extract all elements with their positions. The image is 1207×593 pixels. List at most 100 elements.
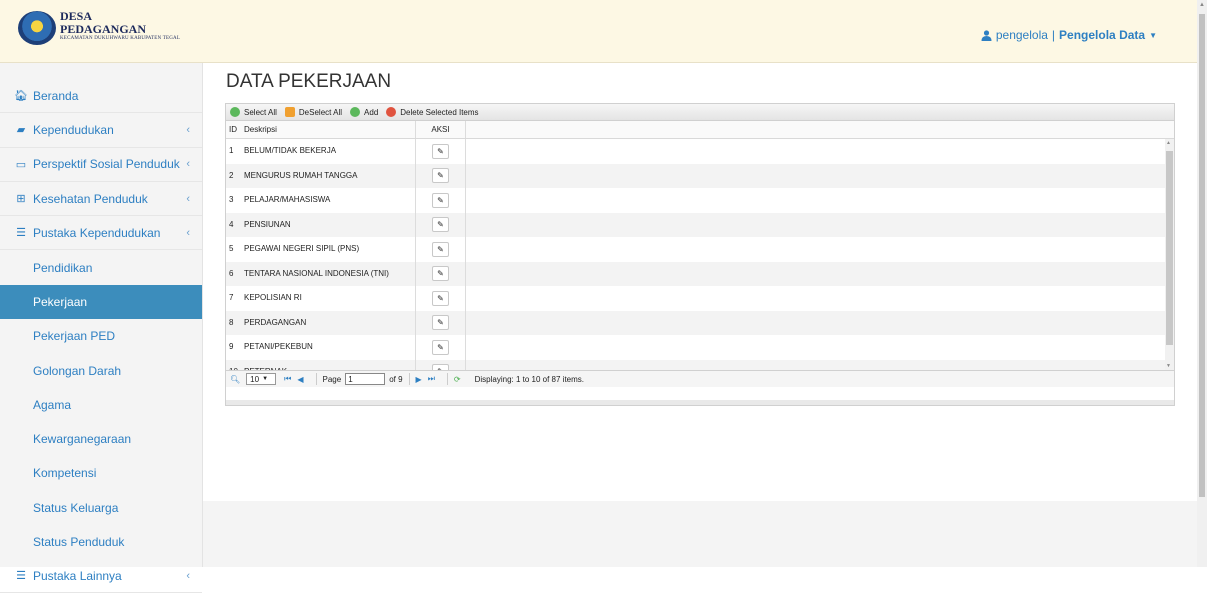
table-row[interactable]: 5 PEGAWAI NEGERI SIPIL (PNS) ✎: [226, 237, 1174, 262]
pager-display-text: Displaying: 1 to 10 of 87 items.: [474, 374, 584, 384]
sidebar-item-beranda[interactable]: 🏠︎ Beranda: [0, 79, 202, 114]
first-page-icon[interactable]: ⏮: [284, 374, 291, 384]
sidebar-item-label: Kesehatan Penduduk: [33, 191, 148, 206]
sidebar-item-pustaka-kependudukan[interactable]: ☰ Pustaka Kependudukan ‹: [0, 216, 202, 251]
page-scrollbar[interactable]: ▲: [1197, 0, 1207, 567]
column-header-deskripsi[interactable]: Deskripsi: [240, 121, 416, 138]
sidebar-subitem-agama[interactable]: Agama: [0, 388, 202, 422]
sidebar-subitem-pendidikan[interactable]: Pendidikan: [0, 250, 202, 284]
header-id-label: ID: [229, 125, 237, 134]
site-logo[interactable]: DESA PEDAGANGAN KECAMATAN DUKUHWARU KABU…: [18, 10, 180, 45]
grid-toolbar: Select All DeSelect All Add Delete Selec…: [226, 104, 1174, 121]
edit-button[interactable]: ✎: [432, 192, 449, 208]
user-menu-dropdown[interactable]: pengelola | Pengelola Data ▼: [981, 28, 1157, 42]
pencil-icon: ✎: [437, 146, 444, 156]
delete-selected-button[interactable]: Delete Selected Items: [386, 107, 479, 117]
sidebar-subitem-status-keluarga[interactable]: Status Keluarga: [0, 491, 202, 525]
user-separator: |: [1051, 28, 1056, 42]
data-grid: Select All DeSelect All Add Delete Selec…: [225, 103, 1175, 406]
pencil-icon: ✎: [437, 195, 444, 205]
sidebar-subitem-golongan-darah[interactable]: Golongan Darah: [0, 353, 202, 387]
table-row[interactable]: 6 TENTARA NASIONAL INDONESIA (TNI) ✎: [226, 261, 1174, 286]
table-row[interactable]: 9 PETANI/PEKEBUN ✎: [226, 335, 1174, 360]
sidebar-subitem-label: Pekerjaan: [33, 294, 88, 309]
edit-button[interactable]: ✎: [432, 143, 449, 159]
table-row[interactable]: 10PETERNAK ✎: [226, 359, 1174, 371]
sidebar-item-kependudukan[interactable]: ▰ Kependudukan ‹: [0, 113, 202, 148]
add-label: Add: [364, 107, 379, 117]
prev-page-icon[interactable]: ◀: [297, 375, 303, 384]
grid-scrollbar-thumb[interactable]: [1166, 151, 1173, 345]
page-label: Page: [322, 374, 342, 384]
page-scrollbar-thumb[interactable]: [1199, 14, 1205, 497]
cell-id: 10: [226, 360, 240, 371]
pencil-icon: ✎: [437, 367, 444, 370]
cell-id: 5: [229, 244, 234, 253]
table-row[interactable]: 7 KEPOLISIAN RI ✎: [226, 286, 1174, 311]
chevron-left-icon: ‹: [186, 226, 190, 239]
pencil-icon: ✎: [437, 269, 444, 279]
grid-scrollbar[interactable]: ▲ ▼: [1165, 139, 1174, 370]
user-name: pengelola: [995, 28, 1048, 42]
pencil-icon: ✎: [437, 171, 444, 181]
scroll-down-icon[interactable]: ▼: [1166, 363, 1171, 369]
table-row[interactable]: 1 BELUM/TIDAK BEKERJA ✎: [226, 139, 1174, 164]
grid-body: 1 BELUM/TIDAK BEKERJA ✎ 2 MENGURUS RUMAH TA…: [226, 139, 1174, 370]
sidebar-subitem-label: Status Penduduk: [33, 535, 125, 549]
cell-id: 9: [229, 342, 234, 351]
edit-button[interactable]: ✎: [432, 217, 449, 233]
table-row[interactable]: 8 PERDAGANGAN ✎: [226, 310, 1174, 335]
deselect-all-label: DeSelect All: [298, 107, 343, 117]
cell-desc: PENSIUNAN: [240, 212, 416, 237]
sidebar-subitem-pekerjaan-ped[interactable]: Pekerjaan PED: [0, 319, 202, 353]
chevron-left-icon: ‹: [186, 123, 190, 136]
sidebar-subitem-kompetensi[interactable]: Kompetensi: [0, 456, 202, 490]
sidebar-subitem-label: Golongan Darah: [33, 363, 122, 378]
user-role: Pengelola Data: [1059, 28, 1146, 42]
cell-id: 2: [229, 170, 234, 180]
pencil-icon: ✎: [437, 342, 444, 352]
grid-resize-handle[interactable]: [226, 400, 1174, 405]
refresh-icon[interactable]: ⟳: [454, 375, 461, 384]
cell-id: 1: [229, 146, 234, 155]
edit-button[interactable]: ✎: [432, 241, 449, 257]
sidebar-item-label: Beranda: [33, 88, 79, 103]
sidebar-subitem-kewarganegaraan[interactable]: Kewarganegaraan: [0, 422, 202, 456]
page-size-select[interactable]: 10 ▼: [246, 373, 277, 385]
search-icon[interactable]: 🔍︎: [230, 375, 240, 384]
next-page-icon[interactable]: ▶: [416, 375, 422, 384]
grid-pager: 🔍︎ 10 ▼ ⏮ ◀ Page 1 of 9 ▶ ⏭ ⟳ Displaying…: [226, 370, 1174, 387]
sidebar-item-pustaka-lainnya[interactable]: ☰ Pustaka Lainnya ‹: [0, 559, 202, 593]
cell-id: 3: [229, 195, 234, 204]
sidebar-subitem-pekerjaan[interactable]: Pekerjaan: [0, 284, 202, 320]
edit-button[interactable]: ✎: [432, 266, 449, 282]
sidebar-subitem-label: Pendidikan: [33, 260, 93, 275]
last-page-icon[interactable]: ⏭: [428, 374, 435, 384]
deselect-icon: [284, 107, 295, 117]
edit-button[interactable]: ✎: [432, 364, 449, 370]
page-size-value: 10: [250, 374, 260, 384]
deselect-all-button[interactable]: DeSelect All: [284, 107, 343, 117]
add-button[interactable]: Add: [350, 107, 378, 117]
column-header-id[interactable]: ID: [226, 121, 240, 138]
table-row[interactable]: 3 PELAJAR/MAHASISWA ✎: [226, 188, 1174, 213]
table-row[interactable]: 2 MENGURUS RUMAH TANGGA ✎: [226, 163, 1174, 188]
edit-button[interactable]: ✎: [432, 339, 449, 355]
edit-button[interactable]: ✎: [432, 168, 449, 184]
page-number-input[interactable]: 1: [345, 373, 386, 385]
sidebar-subitem-status-penduduk[interactable]: Status Penduduk: [0, 525, 202, 559]
edit-button[interactable]: ✎: [432, 290, 449, 306]
pager-separator: [315, 373, 317, 385]
sidebar-item-perspektif-sosial[interactable]: ▭ Perspektif Sosial Penduduk ‹: [0, 148, 202, 182]
cell-desc: MENGURUS RUMAH TANGGA: [240, 163, 416, 188]
sidebar-item-kesehatan[interactable]: ⊞ Kesehatan Penduduk ‹: [0, 182, 202, 217]
select-all-button[interactable]: Select All: [230, 107, 277, 117]
cell-desc: PELAJAR/MAHASISWA: [240, 188, 416, 213]
add-icon: [350, 107, 361, 117]
scroll-up-icon[interactable]: ▲: [1199, 2, 1205, 8]
cell-desc: KEPOLISIAN RI: [240, 286, 416, 311]
delete-icon: [386, 107, 397, 117]
edit-button[interactable]: ✎: [432, 315, 449, 331]
table-row[interactable]: 4 PENSIUNAN ✎: [226, 212, 1174, 237]
scroll-up-icon[interactable]: ▲: [1166, 140, 1171, 146]
